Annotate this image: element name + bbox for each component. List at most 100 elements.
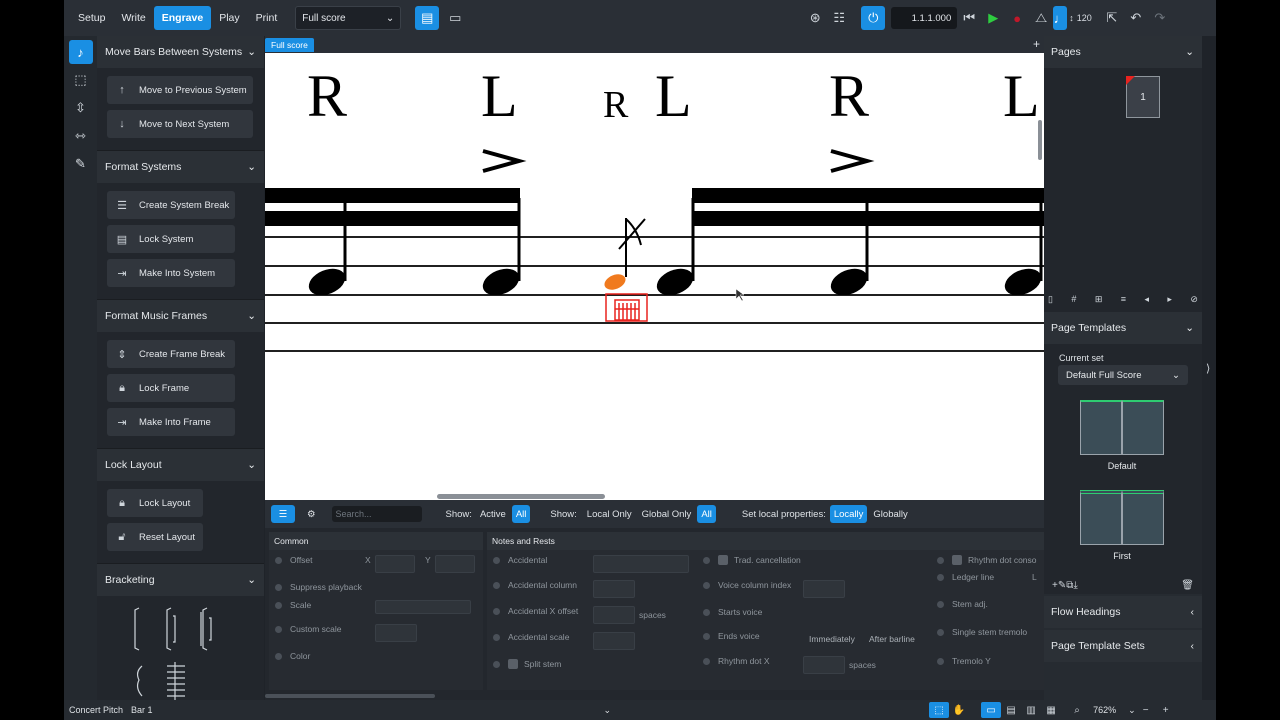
single-stem-tremolo-property[interactable]: Single stem tremolo (937, 626, 1037, 638)
play-icon[interactable]: ▶ (981, 6, 1005, 30)
show-active-button[interactable]: Active (476, 505, 510, 523)
mode-tab-play[interactable]: Play (211, 6, 247, 30)
offset-property[interactable]: Offset (275, 555, 313, 565)
accidental-field[interactable] (593, 555, 689, 573)
rhythm-dot-checkbox[interactable] (952, 555, 962, 565)
zoom-in-icon[interactable]: + (1156, 702, 1176, 718)
collapse-panel-icon[interactable]: ⟩ (1206, 362, 1210, 375)
page-next-icon[interactable]: ▸ (1167, 294, 1172, 305)
sticking-l[interactable]: L (655, 63, 692, 129)
power-icon[interactable]: ⏻ (861, 6, 886, 30)
offset-x-field[interactable] (375, 555, 415, 573)
tempo-note-icon[interactable]: ♩ (1053, 6, 1068, 30)
add-tab-icon[interactable]: + (1033, 37, 1040, 51)
video-reel-icon[interactable]: ⊛ (803, 6, 827, 30)
zoom-out-icon[interactable]: − (1136, 702, 1156, 718)
chevron-down-icon[interactable]: ⌄ (1128, 705, 1136, 716)
show-all-scope-button[interactable]: All (697, 505, 716, 523)
make-into-frame-button[interactable]: ⇥ Make Into Frame (107, 408, 235, 436)
import-icon[interactable]: ⤓ (1073, 580, 1077, 591)
selected-grace-notehead[interactable] (602, 271, 628, 292)
note-spacing-icon[interactable]: ⇿ (69, 124, 93, 148)
accidental-scale-property[interactable]: Accidental scale (493, 632, 569, 642)
section-header[interactable]: Format Music Frames ⌄ (97, 300, 264, 332)
tempo-control[interactable]: ↕ 120 (1069, 13, 1092, 23)
immediately-option[interactable]: Immediately (809, 634, 855, 644)
flow-headings-header[interactable]: Flow Headings ‹ (1044, 596, 1202, 628)
export-icon[interactable]: ⇱ (1100, 6, 1124, 30)
template-default-right[interactable] (1122, 400, 1164, 455)
trad-cancellation-property[interactable]: Trad. cancellation (703, 555, 801, 565)
sticking-r[interactable]: R (829, 63, 869, 129)
ends-voice-property[interactable]: Ends voice (703, 631, 760, 641)
accents[interactable] (482, 149, 875, 173)
voice-column-index-property[interactable]: Voice column index (703, 580, 791, 590)
horizontal-scrollbar[interactable] (437, 494, 605, 499)
single-page-icon[interactable]: ▤ (1001, 702, 1021, 718)
bracket-icons[interactable] (97, 596, 247, 700)
grace-note[interactable] (602, 218, 646, 293)
spacing-tool-icon[interactable]: ⇳ (69, 96, 93, 120)
locally-button[interactable]: Locally (829, 505, 868, 523)
hand-tool-icon[interactable]: ✋ (949, 702, 969, 718)
horizontal-scroll-icon[interactable]: ▥ (1021, 702, 1041, 718)
scale-field[interactable] (375, 600, 471, 614)
create-frame-break-button[interactable]: ⇕ Create Frame Break (107, 340, 235, 368)
rewind-icon[interactable]: ⏮ (957, 6, 981, 30)
local-only-button[interactable]: Local Only (583, 505, 636, 523)
section-header[interactable]: Lock Layout ⌄ (97, 449, 264, 481)
move-to-previous-system-button[interactable]: ↑ Move to Previous System (107, 76, 253, 104)
global-only-button[interactable]: Global Only (638, 505, 696, 523)
music-page[interactable]: R L R L R L (265, 53, 1044, 500)
section-header[interactable]: Bracketing ⌄ (97, 564, 264, 596)
split-stem-property[interactable]: Split stem (493, 659, 561, 669)
zoom-level[interactable]: 762% (1093, 705, 1116, 715)
accidental-column-field[interactable] (593, 580, 635, 598)
vertical-scrollbar[interactable] (1038, 120, 1042, 160)
tab-full-score[interactable]: Full score (265, 38, 314, 52)
make-into-system-button[interactable]: ⇥ Make Into System (107, 259, 235, 287)
properties-search-input[interactable]: Search... (331, 506, 422, 522)
rhythm-dot-x-property[interactable]: Rhythm dot X (703, 656, 770, 666)
accidental-x-offset-property[interactable]: Accidental X offset (493, 606, 578, 616)
accidental-column-property[interactable]: Accidental column (493, 580, 577, 590)
selection-handle[interactable] (605, 293, 648, 322)
move-to-next-system-button[interactable]: ↓ Move to Next System (107, 110, 253, 138)
spread-view-icon[interactable]: ▭ (981, 702, 1002, 718)
sticking-l[interactable]: L (1003, 63, 1040, 129)
score-canvas[interactable]: R L R L R L (265, 53, 1044, 500)
lock-system-button[interactable]: ▤ Lock System (107, 225, 235, 253)
ledger-line-property[interactable]: Ledger line (937, 572, 994, 582)
zoom-icon[interactable]: ⌕ (1067, 702, 1087, 718)
galley-view-icon[interactable]: ▤ (415, 6, 440, 30)
hash-icon[interactable]: # (1071, 294, 1076, 305)
stem-adjust-property[interactable]: Stem adj. (937, 599, 988, 609)
color-property[interactable]: Color (275, 651, 310, 661)
page-view-icon[interactable]: ▭ (443, 6, 467, 30)
note-tool-icon[interactable]: ♪ (68, 40, 93, 64)
accidental-scale-field[interactable] (593, 632, 635, 650)
lower-zone-toggle-icon[interactable]: ⌄ (604, 705, 612, 716)
rhythm-dot-x-field[interactable] (803, 656, 845, 674)
selection-tool-icon[interactable]: ⬚ (929, 702, 950, 718)
mode-tab-print[interactable]: Print (248, 6, 286, 30)
record-icon[interactable]: ● (1005, 6, 1029, 30)
mixer-icon[interactable]: ☷ (827, 6, 851, 30)
page-prev-icon[interactable]: ◂ (1144, 294, 1149, 305)
custom-scale-field[interactable] (375, 624, 417, 642)
properties-scrollbar[interactable] (265, 694, 435, 698)
trad-cancellation-checkbox[interactable] (718, 555, 728, 565)
pages-header[interactable]: Pages ⌄ (1044, 36, 1202, 68)
layout-selector[interactable]: Full score ⌄ (295, 6, 402, 30)
section-header[interactable]: Format Systems ⌄ (97, 151, 264, 183)
starts-voice-property[interactable]: Starts voice (703, 607, 762, 617)
undo-icon[interactable]: ↶ (1124, 6, 1148, 30)
trash-icon[interactable]: 🗑︎ (1181, 580, 1194, 591)
mode-tab-engrave[interactable]: Engrave (153, 6, 212, 30)
template-default-left[interactable] (1080, 400, 1122, 455)
rhythm-dot-consolidation-property[interactable]: Rhythm dot conso (937, 555, 1037, 565)
list-view-icon[interactable]: ☰ (271, 505, 295, 523)
scale-property[interactable]: Scale (275, 600, 311, 610)
page-templates-header[interactable]: Page Templates ⌄ (1044, 312, 1202, 344)
accidental-property[interactable]: Accidental (493, 555, 547, 565)
